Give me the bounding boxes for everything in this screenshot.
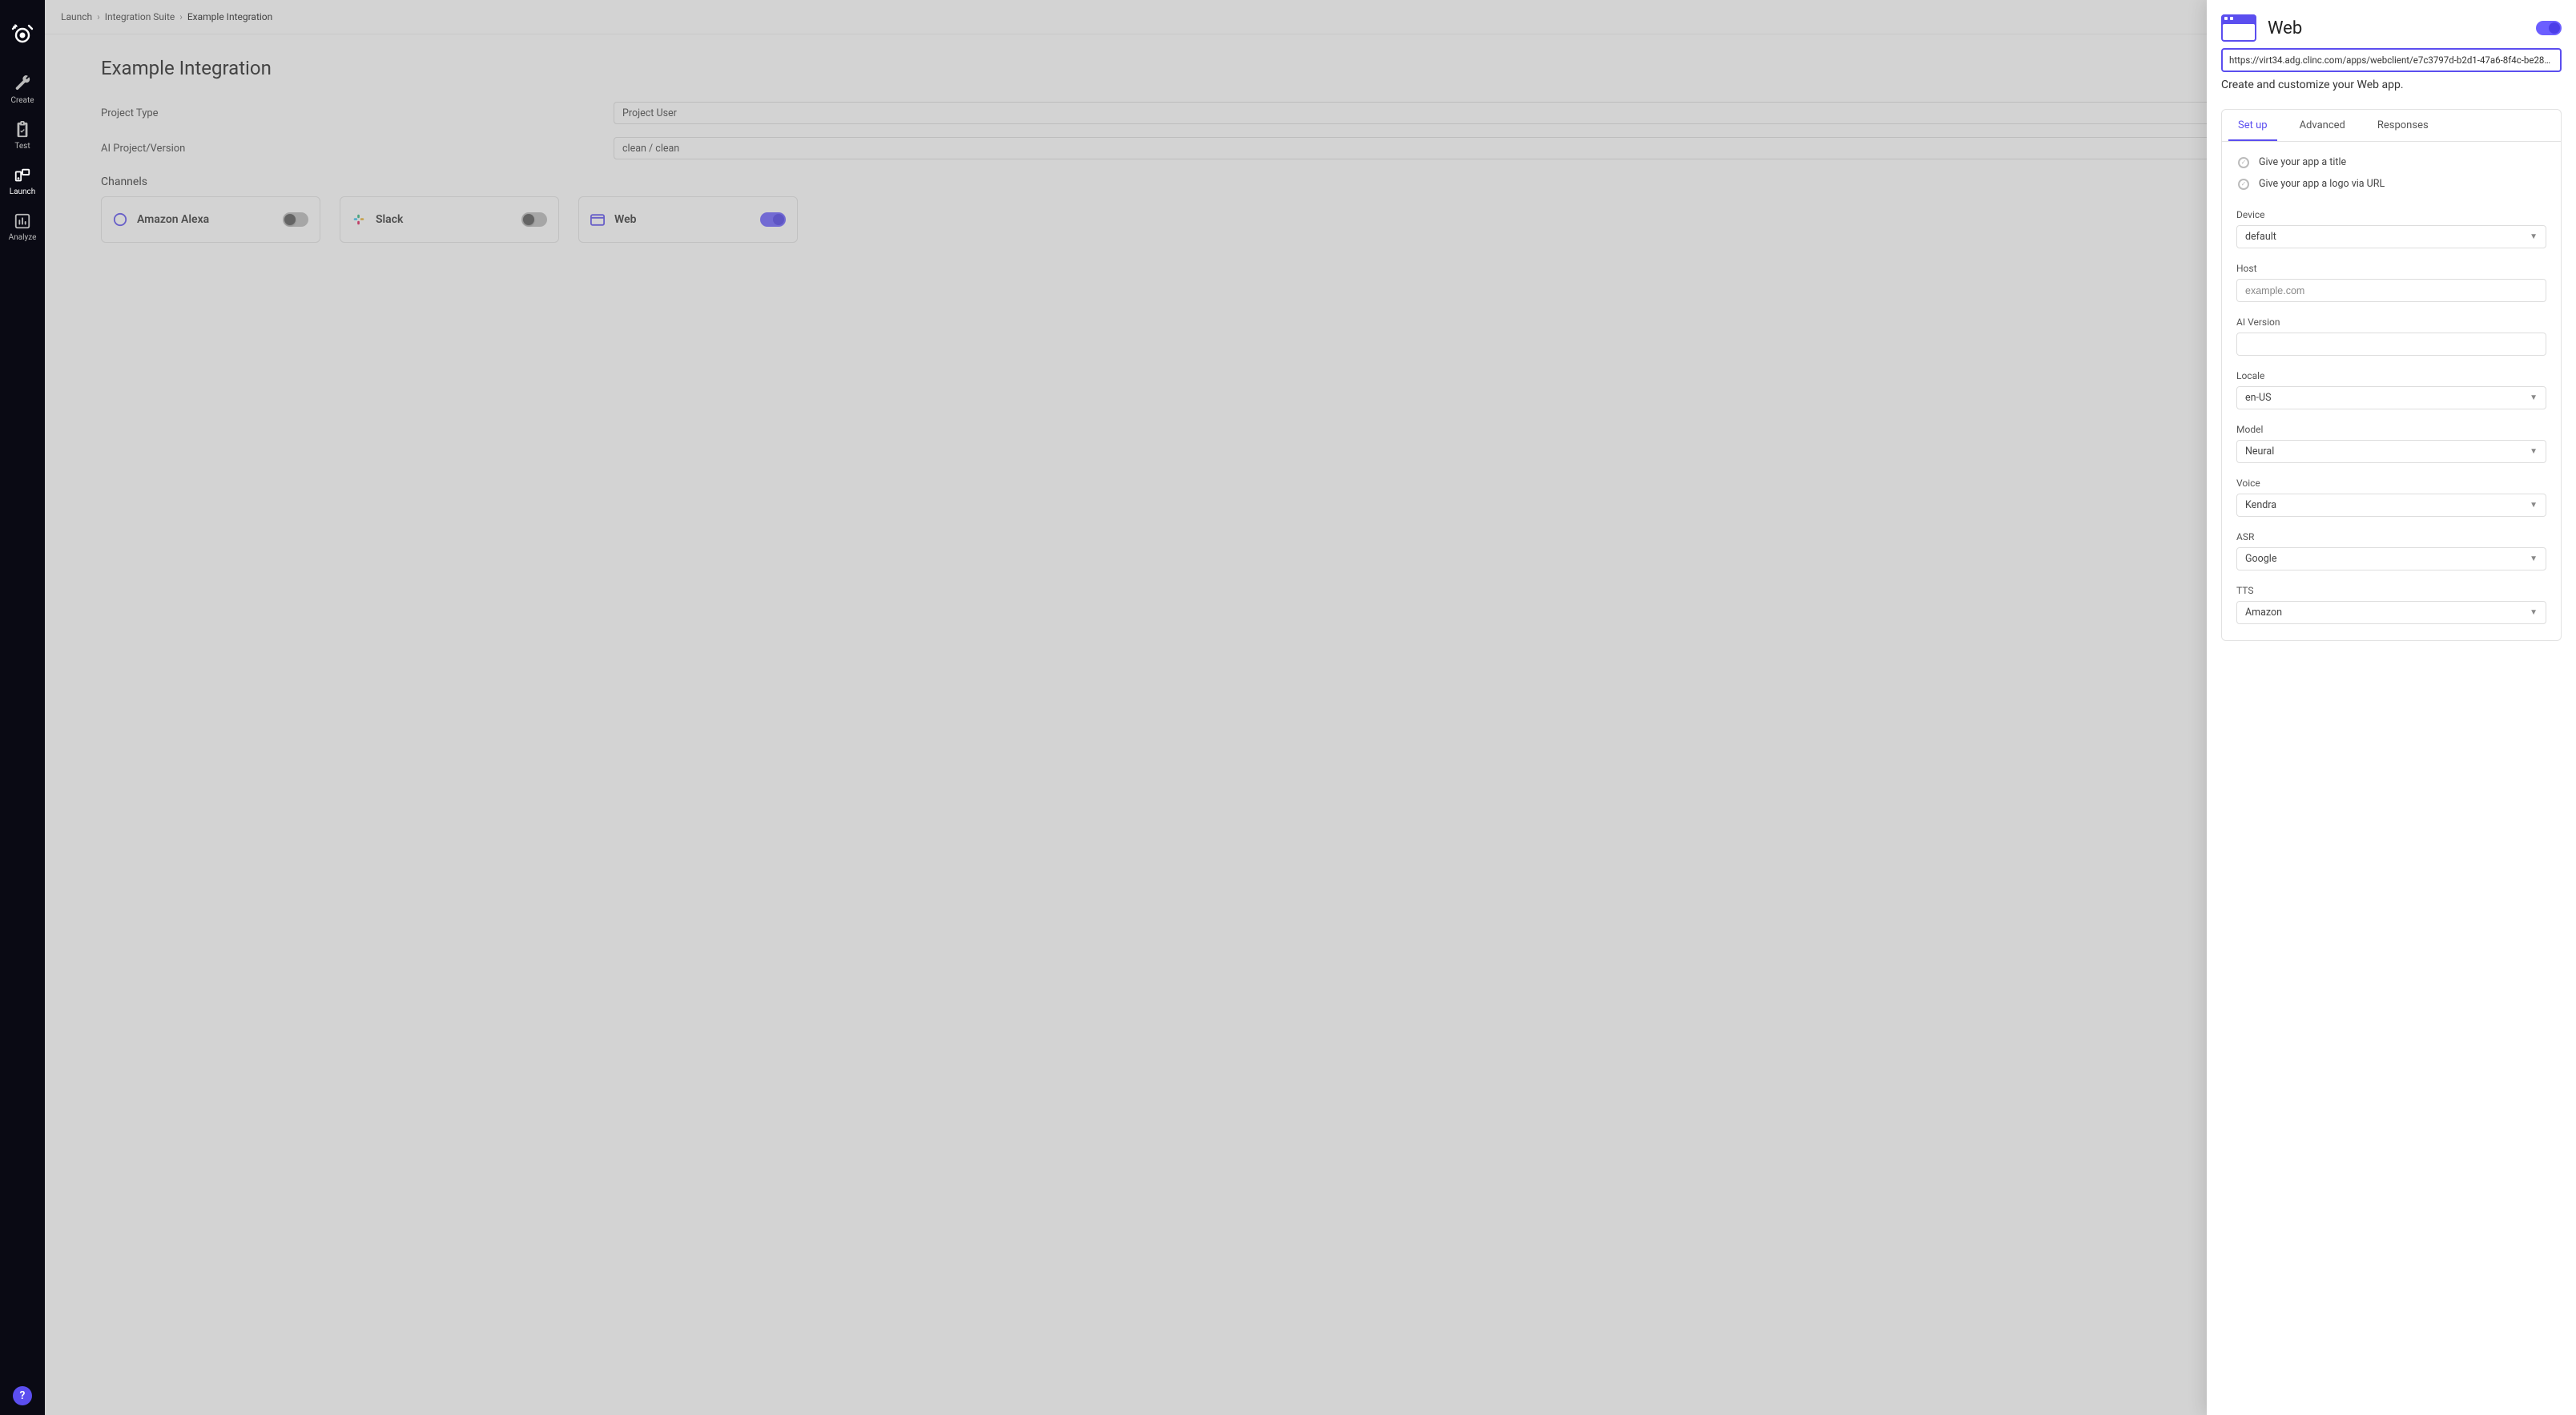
host-label: Host	[2236, 263, 2546, 274]
project-type-row: Project Type Project User	[101, 102, 2520, 124]
panel-url-box[interactable]: https://virt34.adg.clinc.com/apps/webcli…	[2221, 48, 2562, 72]
voice-select[interactable]: Kendra ▼	[2236, 494, 2546, 517]
nav-analyze[interactable]: Analyze	[0, 204, 45, 250]
breadcrumbs: Launch › Integration Suite › Example Int…	[45, 0, 2576, 34]
panel-enable-toggle[interactable]	[2536, 21, 2562, 35]
chevron-down-icon: ▼	[2530, 501, 2538, 510]
aiversion-label: AI Version	[2236, 316, 2546, 328]
breadcrumb-launch[interactable]: Launch	[61, 11, 92, 22]
main: Launch › Integration Suite › Example Int…	[45, 0, 2576, 1415]
check-label: Give your app a logo via URL	[2259, 178, 2385, 190]
nav-launch[interactable]: Launch	[0, 159, 45, 204]
channel-toggle-slack[interactable]	[521, 212, 547, 227]
tts-select[interactable]: Amazon ▼	[2236, 601, 2546, 624]
launch-icon	[14, 167, 31, 184]
chevron-down-icon: ▼	[2530, 554, 2538, 563]
panel-title: Web	[2268, 18, 2302, 38]
help-button[interactable]: ?	[13, 1386, 32, 1405]
aiversion-input[interactable]	[2236, 333, 2546, 356]
page-title: Example Integration	[101, 57, 2520, 79]
device-label: Device	[2236, 209, 2546, 220]
nav-label: Create	[10, 96, 34, 105]
channel-toggle-alexa[interactable]	[283, 212, 308, 227]
web-icon	[590, 212, 605, 227]
project-type-label: Project Type	[101, 107, 614, 119]
ai-project-version-row: AI Project/Version clean / clean	[101, 137, 2520, 159]
check-logo-row[interactable]: ✓ Give your app a logo via URL	[2236, 173, 2546, 195]
voice-value: Kendra	[2245, 499, 2276, 511]
alexa-icon	[113, 212, 127, 227]
breadcrumb-current: Example Integration	[187, 11, 272, 22]
model-label: Model	[2236, 424, 2546, 435]
panel-description: Create and customize your Web app.	[2221, 79, 2562, 91]
breadcrumb-integration-suite[interactable]: Integration Suite	[105, 11, 175, 22]
tts-value: Amazon	[2245, 607, 2282, 619]
asr-select[interactable]: Google ▼	[2236, 547, 2546, 570]
chevron-down-icon: ▼	[2530, 232, 2538, 241]
check-circle-icon: ✓	[2238, 157, 2249, 168]
channel-name: Web	[614, 213, 637, 226]
ai-project-version-value: clean / clean	[622, 143, 679, 155]
project-type-value: Project User	[622, 107, 677, 119]
sidebar: Create Test Launch Analyze ?	[0, 0, 45, 1415]
help-icon: ?	[20, 1389, 26, 1402]
chevron-down-icon: ▼	[2530, 447, 2538, 456]
channel-toggle-web[interactable]	[760, 212, 786, 227]
locale-label: Locale	[2236, 370, 2546, 381]
chart-icon	[14, 212, 31, 230]
side-panel: Web https://virt34.adg.clinc.com/apps/we…	[2207, 0, 2576, 1415]
panel-tabs: Set up Advanced Responses	[2221, 109, 2562, 142]
channel-name: Amazon Alexa	[137, 213, 209, 226]
model-value: Neural	[2245, 445, 2274, 458]
check-label: Give your app a title	[2259, 156, 2346, 168]
locale-select[interactable]: en-US ▼	[2236, 386, 2546, 409]
nav-test[interactable]: Test	[0, 113, 45, 159]
wrench-icon	[14, 75, 31, 93]
nav-label: Test	[14, 142, 30, 151]
panel-header: Web https://virt34.adg.clinc.com/apps/we…	[2207, 0, 2576, 109]
app-logo	[8, 19, 37, 48]
channel-web[interactable]: Web	[578, 196, 798, 243]
model-select[interactable]: Neural ▼	[2236, 440, 2546, 463]
channel-slack[interactable]: Slack	[340, 196, 559, 243]
check-circle-icon: ✓	[2238, 179, 2249, 190]
channel-name: Slack	[376, 213, 403, 226]
device-select[interactable]: default ▼	[2236, 225, 2546, 248]
slack-icon	[352, 212, 366, 227]
chevron-right-icon: ›	[179, 11, 183, 22]
panel-url-text: https://virt34.adg.clinc.com/apps/webcli…	[2229, 54, 2562, 66]
check-title-row[interactable]: ✓ Give your app a title	[2236, 151, 2546, 173]
voice-label: Voice	[2236, 478, 2546, 489]
device-value: default	[2245, 231, 2276, 243]
asr-label: ASR	[2236, 531, 2546, 542]
nav-label: Launch	[10, 187, 36, 196]
tab-responses[interactable]: Responses	[2361, 110, 2445, 141]
chevron-down-icon: ▼	[2530, 393, 2538, 402]
nav-create[interactable]: Create	[0, 67, 45, 113]
web-app-icon	[2221, 14, 2256, 42]
tts-label: TTS	[2236, 585, 2546, 596]
chevron-right-icon: ›	[97, 11, 100, 22]
locale-value: en-US	[2245, 392, 2272, 404]
host-input[interactable]	[2236, 279, 2546, 302]
asr-value: Google	[2245, 553, 2276, 565]
channel-grid: Amazon Alexa Slack	[101, 196, 2520, 243]
tab-setup[interactable]: Set up	[2222, 110, 2284, 141]
nav-label: Analyze	[9, 233, 37, 242]
ai-project-version-label: AI Project/Version	[101, 143, 614, 155]
panel-body: ✓ Give your app a title ✓ Give your app …	[2221, 142, 2562, 641]
channels-title: Channels	[101, 175, 2520, 188]
clipboard-icon	[14, 121, 31, 139]
content: Example Integration Project Type Project…	[45, 34, 2576, 262]
chevron-down-icon: ▼	[2530, 608, 2538, 617]
channel-amazon-alexa[interactable]: Amazon Alexa	[101, 196, 320, 243]
tab-advanced[interactable]: Advanced	[2284, 110, 2361, 141]
